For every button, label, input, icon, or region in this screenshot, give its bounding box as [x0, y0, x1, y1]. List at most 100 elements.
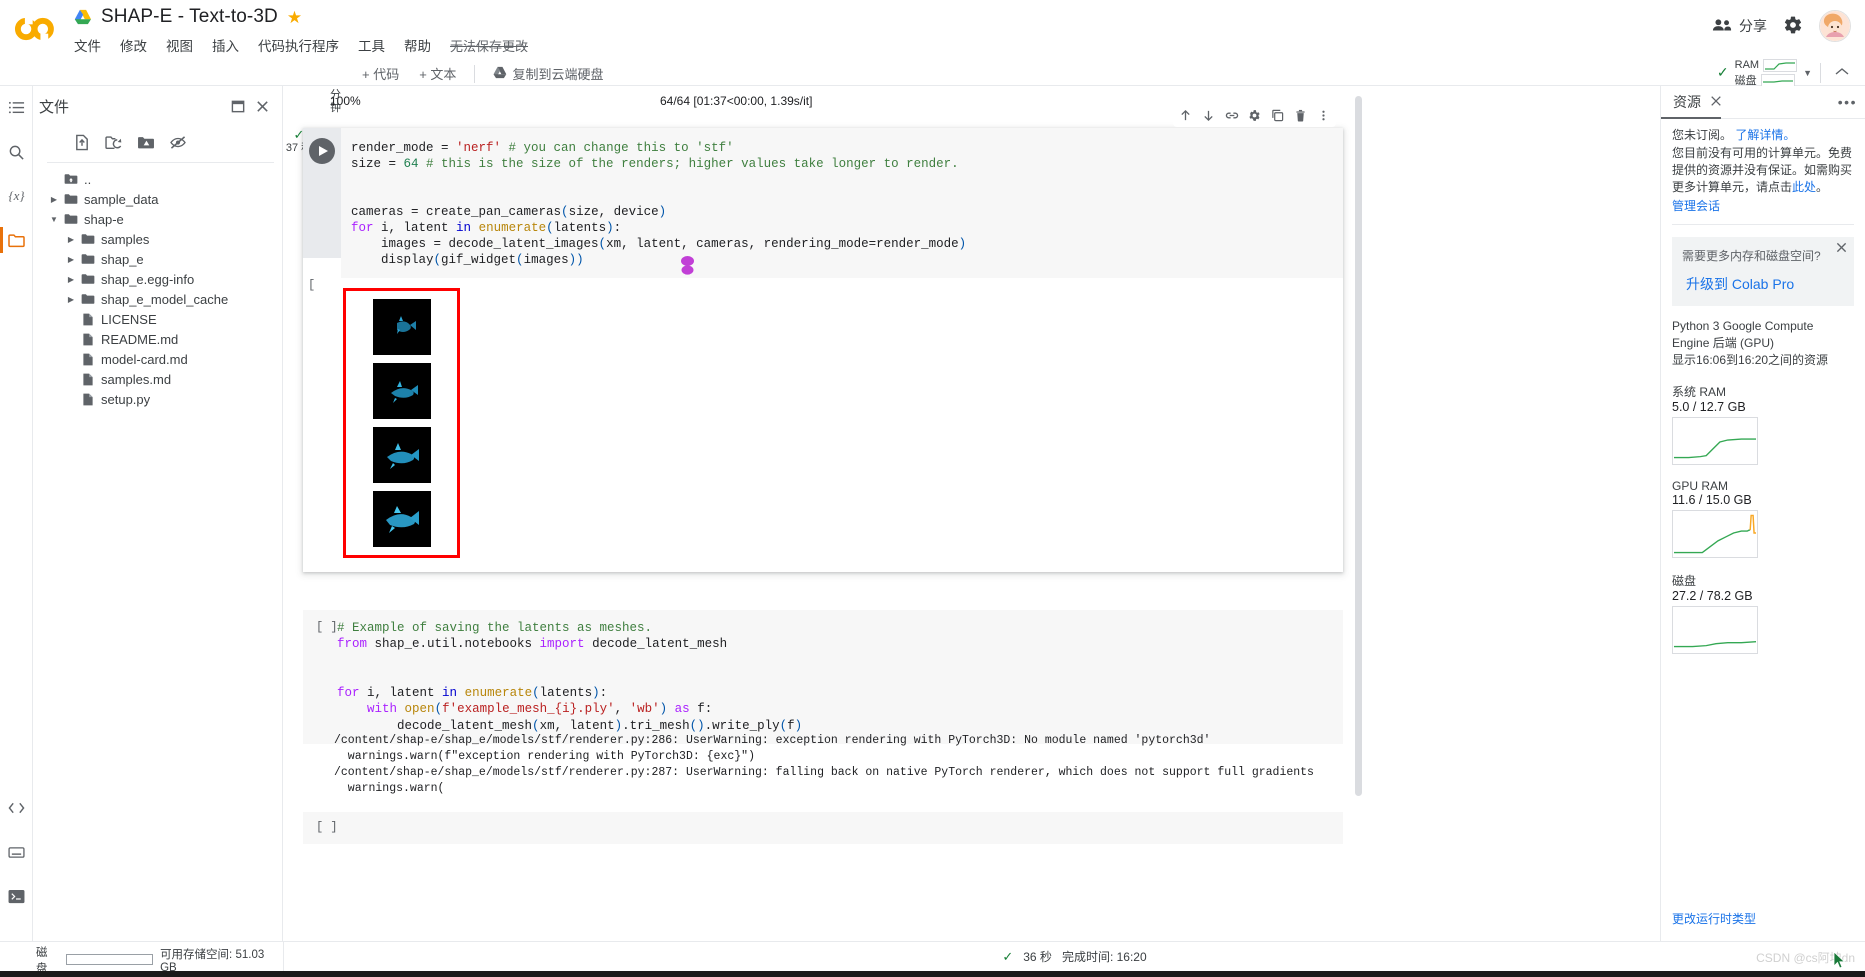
more-horiz-icon[interactable]: •••: [1838, 94, 1857, 110]
share-button[interactable]: 分享: [1712, 16, 1767, 36]
resources-panel: 资源 ••• 您未订阅。 了解详情。 您目前没有可用的计算单元。免费提供的资源并…: [1660, 86, 1865, 941]
chevron-icon[interactable]: ▶: [47, 195, 61, 204]
sidebar-item-terminal[interactable]: [0, 874, 33, 918]
share-label: 分享: [1739, 16, 1767, 36]
upload-file-icon[interactable]: [67, 128, 97, 156]
sidebar-item-files[interactable]: [0, 218, 33, 262]
folder-icon: [78, 253, 97, 265]
arrow-up-icon[interactable]: [1176, 106, 1195, 125]
add-text-cell-button[interactable]: + 文本: [409, 61, 466, 86]
chevron-down-icon[interactable]: ▼: [1803, 68, 1812, 78]
file-label: samples.md: [97, 372, 171, 387]
copy-icon[interactable]: [1268, 106, 1287, 125]
file-tree-row-samples-md[interactable]: samples.md: [33, 369, 282, 389]
close-icon[interactable]: [1836, 242, 1847, 256]
star-icon[interactable]: ★: [287, 9, 302, 26]
menu-item-view[interactable]: 视图: [166, 35, 193, 55]
colab-pro-upsell: 需要更多内存和磁盘空间? 升级到 Colab Pro: [1672, 237, 1854, 306]
meter-chart: [1672, 417, 1758, 465]
files-panel: 文件 .. ▶ sample_data ▼: [33, 86, 283, 941]
close-icon[interactable]: [1710, 95, 1722, 110]
file-tree-row-samples[interactable]: ▶ samples: [33, 229, 282, 249]
mount-drive-icon[interactable]: [131, 128, 161, 156]
check-icon: ✓: [1717, 64, 1729, 81]
cell-2-code-editor[interactable]: # Example of saving the latents as meshe…: [303, 610, 1343, 744]
sidebar-item-toc[interactable]: [0, 86, 33, 130]
execution-status-bar: ✓ 36 秒 完成时间: 16:20: [284, 941, 1865, 971]
progress-detail: 64/64 [01:37<00:00, 1.39s/it]: [660, 94, 812, 108]
file-tree-row--[interactable]: ..: [33, 169, 282, 189]
file-tree-row-shap-e[interactable]: ▶ shap_e: [33, 249, 282, 269]
file-tree-row-shap-e-egg-info[interactable]: ▶ shap_e.egg-info: [33, 269, 282, 289]
change-runtime-type-link[interactable]: 更改运行时类型: [1672, 910, 1756, 927]
menu-item-file[interactable]: 文件: [74, 35, 101, 55]
cell-3-bracket: [ ]: [316, 820, 338, 834]
eye-off-icon[interactable]: [163, 128, 193, 156]
chevron-icon[interactable]: ▶: [64, 275, 78, 284]
scrollbar-thumb[interactable]: [1355, 96, 1362, 796]
settings-button[interactable]: [1783, 15, 1803, 38]
file-label: README.md: [97, 332, 178, 347]
copy-to-drive-button[interactable]: 复制到云端硬盘: [483, 61, 613, 86]
run-cell-button[interactable]: [309, 138, 335, 164]
resource-meter: 磁盘27.2 / 78.2 GB: [1661, 572, 1865, 654]
chevron-icon[interactable]: ▶: [64, 295, 78, 304]
manage-sessions-link[interactable]: 管理会话: [1672, 198, 1854, 215]
chevron-icon[interactable]: ▶: [64, 235, 78, 244]
file-tree-row-readme-md[interactable]: README.md: [33, 329, 282, 349]
new-window-icon[interactable]: [226, 94, 250, 118]
sidebar-item-search[interactable]: [0, 130, 33, 174]
output-bracket: [: [308, 278, 315, 292]
purchase-link[interactable]: 此处: [1792, 180, 1816, 194]
file-tree-row-shap-e-model-cache[interactable]: ▶ shap_e_model_cache: [33, 289, 282, 309]
menu-item-insert[interactable]: 插入: [212, 35, 239, 55]
meter-value: 11.6 / 15.0 GB: [1672, 493, 1854, 507]
document-title[interactable]: SHAP-E - Text-to-3D: [101, 6, 278, 28]
file-tree-row-setup-py[interactable]: setup.py: [33, 389, 282, 409]
toggle-header-button[interactable]: [1829, 65, 1855, 80]
file-tree-row-license[interactable]: LICENSE: [33, 309, 282, 329]
sidebar-item-variables[interactable]: {x}: [0, 174, 33, 218]
more-vert-icon[interactable]: [1314, 106, 1333, 125]
learn-more-link[interactable]: 了解详情。: [1735, 128, 1795, 142]
render-thumbnail: [373, 299, 431, 355]
refresh-folder-icon[interactable]: [99, 128, 129, 156]
code-cell-active[interactable]: ✓ 37 秒 render_mode = 'nerf' # you can ch…: [303, 128, 1343, 572]
file-tree-row-model-card-md[interactable]: model-card.md: [33, 349, 282, 369]
resource-usage-indicator[interactable]: ✓ RAM 磁盘 ▼: [1717, 58, 1812, 87]
code-cell-2[interactable]: [ ] # Example of saving the latents as m…: [303, 610, 1343, 744]
sidebar-item-code-snippets[interactable]: [0, 786, 33, 830]
render-thumbnail: [373, 491, 431, 547]
file-tree-row-sample-data[interactable]: ▶ sample_data: [33, 189, 282, 209]
sidebar-item-commands[interactable]: [0, 830, 33, 874]
chevron-icon[interactable]: ▶: [64, 255, 78, 264]
notebook-scrollbar[interactable]: [1354, 86, 1362, 941]
file-tree-row-shap-e[interactable]: ▼ shap-e: [33, 209, 282, 229]
upgrade-colab-pro-link[interactable]: 升级到 Colab Pro: [1682, 274, 1844, 294]
menu-item-runtime[interactable]: 代码执行程序: [258, 35, 339, 55]
copy-to-drive-label: 复制到云端硬盘: [512, 64, 603, 83]
menu-item-tools[interactable]: 工具: [358, 35, 385, 55]
menu-item-help[interactable]: 帮助: [404, 35, 431, 55]
cell-output-area: [: [303, 278, 1343, 572]
toolbar-right-group: ✓ RAM 磁盘 ▼: [1717, 58, 1855, 87]
add-code-cell-button[interactable]: + 代码: [352, 61, 409, 86]
chevron-icon[interactable]: ▼: [47, 215, 61, 224]
close-icon[interactable]: [250, 94, 274, 118]
resource-meter: 系统 RAM5.0 / 12.7 GB: [1661, 383, 1865, 465]
bottom-bar: [0, 971, 1865, 977]
trash-icon[interactable]: [1291, 106, 1310, 125]
arrow-down-icon[interactable]: [1199, 106, 1218, 125]
files-panel-title: 文件: [39, 96, 226, 117]
quota-text-part2: 。: [1816, 180, 1828, 194]
backend-line-1: Python 3 Google Compute Engine 后端 (GPU): [1672, 318, 1854, 352]
avatar[interactable]: [1819, 10, 1851, 42]
cell-code-editor[interactable]: render_mode = 'nerf' # you can change th…: [341, 128, 1343, 278]
render-thumbnail: [373, 427, 431, 483]
link-icon[interactable]: [1222, 106, 1241, 125]
code-cell-3-empty[interactable]: [ ]: [303, 812, 1343, 844]
header-actions: 分享: [1712, 10, 1851, 42]
colab-logo[interactable]: [14, 10, 56, 48]
gear-icon[interactable]: [1245, 106, 1264, 125]
menu-item-edit[interactable]: 修改: [120, 35, 147, 55]
